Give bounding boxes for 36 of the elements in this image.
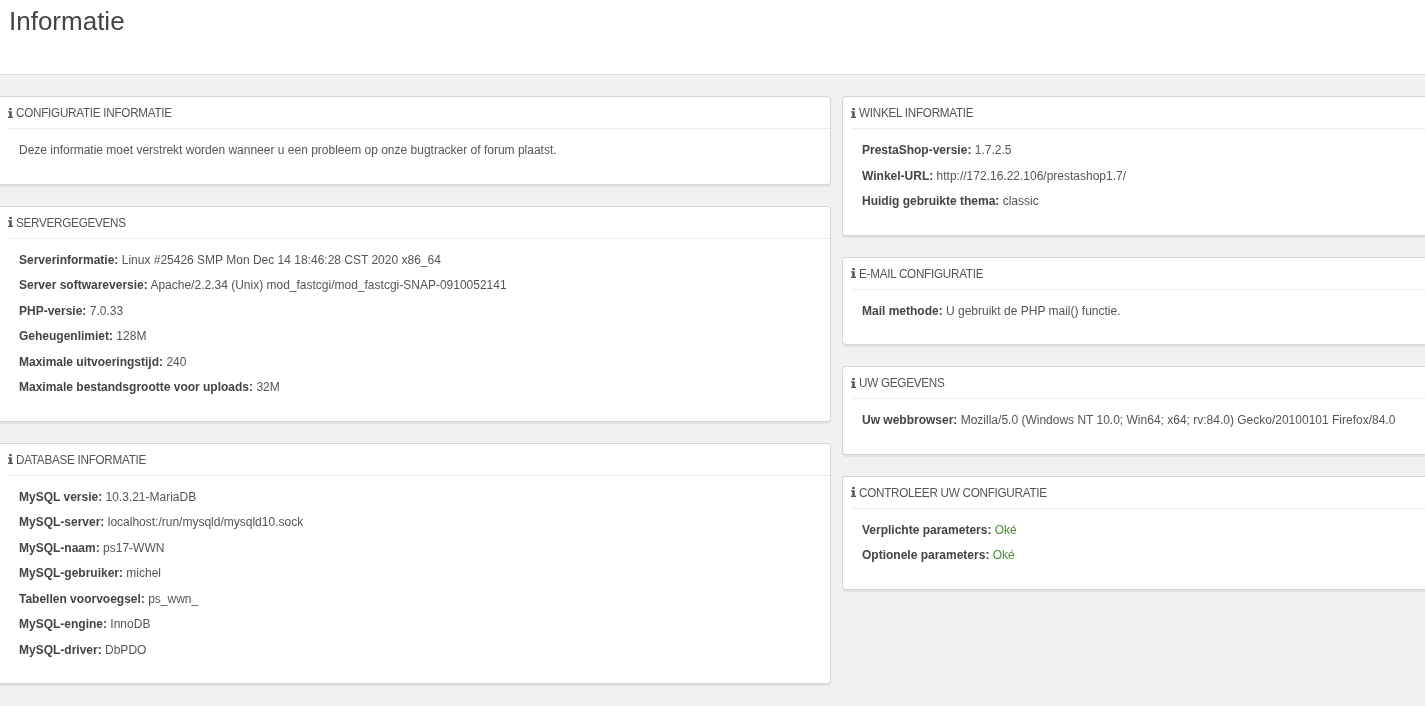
info-icon bbox=[8, 107, 13, 118]
info-line: MySQL-server: localhost:/run/mysqld/mysqld10.sock bbox=[19, 514, 305, 531]
panel-title: SERVERGEGEVENS bbox=[16, 214, 126, 230]
info-icon bbox=[851, 377, 856, 388]
info-icon bbox=[851, 487, 856, 497]
info-line: Serverinformatie: Linux #25426 SMP Mon Dec 14 18:46:28 CST 2020 x86_64 bbox=[19, 251, 442, 269]
info-icon bbox=[851, 268, 856, 278]
info-line: Verplichte parameters: Oké bbox=[862, 521, 1018, 539]
info-line: Tabellen voorvoegsel: ps_wwn_ bbox=[19, 590, 200, 608]
panel-title: CONFIGURATIE INFORMATIE bbox=[16, 105, 172, 120]
info-line: Geheugenlimiet: 128M bbox=[19, 328, 148, 345]
panel-title: DATABASE INFORMATIE bbox=[16, 451, 147, 467]
panel-title: E-MAIL CONFIGURATIE bbox=[859, 265, 984, 281]
info-line: MySQL-engine: InnoDB bbox=[19, 616, 152, 633]
info-line: MySQL-naam: ps17-WWN bbox=[19, 539, 166, 557]
info-line: Uw webbrowser: Mozilla/5.0 (Windows NT 10.0; Win64; x64; rv:84.0) Gecko/20100101 Firefox/84.0 bbox=[862, 412, 1397, 429]
panel-title: CONTROLEER UW CONFIGURATIE bbox=[859, 484, 1047, 500]
info-icon bbox=[8, 217, 13, 227]
info-line: Winkel-URL: http://172.16.22.106/prestashop1.7/ bbox=[862, 167, 1128, 185]
panel-title: UW GEGEVENS bbox=[859, 375, 945, 390]
info-line: MySQL-gebruiker: michel bbox=[19, 565, 163, 582]
info-line: MySQL versie: 10.3.21-MariaDB bbox=[19, 488, 198, 506]
info-line: Server softwareversie: Apache/2.2.34 (Unix) mod_fastcgi/mod_fastcgi-SNAP-0910052141 bbox=[19, 277, 508, 294]
info-line: Huidig gebruikte thema: classic bbox=[862, 193, 1040, 210]
info-line: PrestaShop-versie: 1.7.2.5 bbox=[862, 142, 1013, 159]
info-icon bbox=[851, 107, 856, 118]
info-icon bbox=[8, 454, 13, 464]
panel-title: WINKEL INFORMATIE bbox=[859, 105, 974, 120]
info-line: MySQL-driver: DbPDO bbox=[19, 641, 148, 659]
page-title: Informatie bbox=[8, 5, 125, 37]
info-line: Maximale bestandsgrootte voor uploads: 32M bbox=[19, 379, 281, 396]
info-line: PHP-versie: 7.0.33 bbox=[19, 302, 125, 320]
info-line: Maximale uitvoeringstijd: 240 bbox=[19, 353, 188, 371]
info-line: Optionele parameters: Oké bbox=[862, 547, 1016, 564]
info-text: Deze informatie moet verstrekt worden wanneer u een probleem op onze bugtracker of forum plaatst. bbox=[19, 142, 558, 159]
info-line: Mail methode: U gebruikt de PHP mail() functie. bbox=[862, 302, 1122, 320]
